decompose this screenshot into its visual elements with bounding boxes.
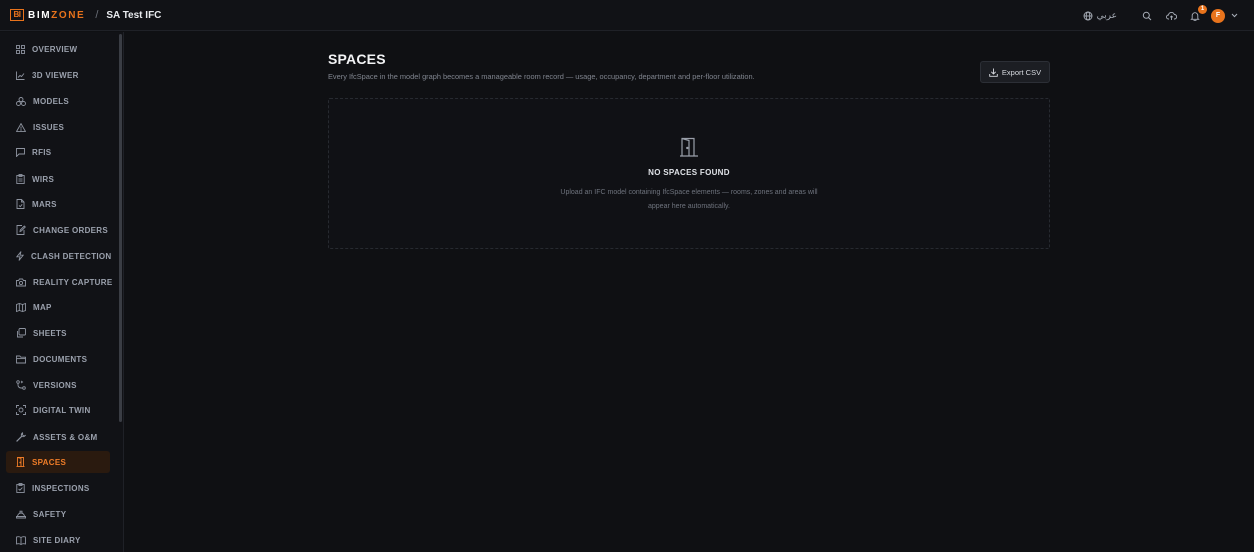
sidebar-item-label: WIRS: [32, 174, 55, 184]
language-label: عربي: [1096, 10, 1117, 20]
sidebar-item-clash-detection[interactable]: CLASH DETECTION: [6, 245, 112, 267]
export-csv-label: Export CSV: [1001, 67, 1042, 77]
sidebar-item-mars[interactable]: MARS: [6, 193, 110, 215]
sidebar-item-label: SITE DIARY: [33, 535, 81, 545]
cubes-icon: [16, 96, 26, 106]
cloud-sync-icon: [1165, 11, 1177, 20]
sidebar-item-safety[interactable]: SAFETY: [6, 503, 110, 525]
sidebar-item-models[interactable]: MODELS: [6, 90, 110, 112]
sidebar-item-rfis[interactable]: RFIS: [6, 141, 110, 163]
brand-suffix: ZONE: [51, 9, 86, 21]
download-icon: [989, 68, 998, 77]
search-button[interactable]: [1135, 4, 1159, 28]
sidebar-item-label: CLASH DETECTION: [31, 251, 112, 261]
sidebar-item-site-diary[interactable]: SITE DIARY: [6, 529, 110, 551]
sync-button[interactable]: [1159, 4, 1183, 28]
globe-icon: [1083, 11, 1093, 20]
sidebar-item-label: REALITY CAPTURE: [33, 277, 113, 287]
empty-state-description: Upload an IFC model containing IfcSpace …: [560, 189, 818, 210]
breadcrumb-separator: /: [95, 9, 99, 21]
sidebar-item-label: INSPECTIONS: [32, 483, 90, 493]
clipboard-icon: [16, 174, 25, 184]
scan-icon: [16, 405, 26, 415]
sidebar-item-digital-twin[interactable]: DIGITAL TWIN: [6, 399, 110, 421]
user-menu-toggle[interactable]: [1231, 13, 1238, 18]
search-icon: [1142, 11, 1152, 20]
door-icon: [680, 137, 698, 157]
sidebar-item-spaces[interactable]: SPACES: [6, 451, 110, 473]
sidebar-item-3d-viewer[interactable]: 3D VIEWER: [6, 64, 110, 86]
chevron-down-icon: [1231, 13, 1238, 18]
sidebar-item-label: SPACES: [32, 457, 67, 467]
hardhat-icon: [16, 510, 26, 518]
sidebar-item-inspections[interactable]: INSPECTIONS: [6, 477, 110, 499]
sidebar-scrollbar[interactable]: [119, 34, 122, 422]
edit-file-icon: [16, 225, 26, 235]
warning-icon: [16, 122, 26, 132]
language-toggle[interactable]: عربي: [1083, 10, 1117, 21]
top-right-actions: عربي 1 F: [1083, 0, 1238, 31]
sidebar-item-label: CHANGE ORDERS: [33, 225, 109, 235]
sidebar-item-label: MODELS: [33, 96, 70, 106]
checklist-icon: [16, 483, 25, 493]
top-bar: BI BIMZONE / SA Test IFC عربي 1 F: [0, 0, 1254, 31]
sidebar-item-change-orders[interactable]: CHANGE ORDERS: [6, 219, 110, 241]
notification-badge: 1: [1198, 4, 1207, 14]
file-icon: [16, 199, 25, 209]
branch-icon: [16, 380, 26, 390]
wrench-icon: [16, 432, 26, 442]
page-title: SPACES: [328, 51, 386, 67]
sidebar-item-sheets[interactable]: SHEETS: [6, 322, 110, 344]
empty-state: NO SPACES FOUND Upload an IFC model cont…: [328, 98, 1050, 249]
sidebar-item-label: ASSETS & O&M: [33, 432, 98, 442]
sidebar-item-label: VERSIONS: [33, 380, 77, 390]
message-icon: [16, 147, 25, 157]
empty-state-title: NO SPACES FOUND: [648, 168, 730, 177]
sidebar-item-overview[interactable]: OVERVIEW: [6, 38, 110, 60]
sidebar-item-versions[interactable]: VERSIONS: [6, 374, 110, 396]
export-csv-button[interactable]: Export CSV: [980, 61, 1050, 83]
sheets-icon: [17, 328, 26, 338]
logo[interactable]: BI BIMZONE: [10, 9, 85, 21]
lightning-icon: [16, 251, 24, 261]
brand-prefix: BIM: [28, 9, 52, 21]
sidebar-item-label: MAP: [33, 302, 52, 312]
sidebar-item-label: RFIS: [32, 147, 52, 157]
sidebar: OVERVIEW 3D VIEWER MODELS ISSUES RFIS WI…: [0, 32, 124, 552]
map-icon: [16, 302, 26, 312]
chart-icon: [16, 71, 25, 80]
book-icon: [16, 535, 26, 545]
door-icon: [16, 457, 25, 467]
main-content: SPACES Every IfcSpace in the model graph…: [125, 32, 1254, 552]
logo-text: BIMZONE: [28, 10, 85, 21]
avatar[interactable]: F: [1211, 8, 1225, 23]
logo-mark: BI: [10, 9, 24, 21]
camera-icon: [16, 278, 26, 286]
project-name[interactable]: SA Test IFC: [106, 10, 161, 21]
sidebar-item-label: OVERVIEW: [32, 44, 78, 54]
sidebar-item-label: 3D VIEWER: [32, 70, 79, 80]
sidebar-item-label: SAFETY: [33, 509, 67, 519]
notifications-button[interactable]: 1: [1183, 4, 1207, 28]
sidebar-item-map[interactable]: MAP: [6, 296, 110, 318]
sidebar-item-label: ISSUES: [33, 122, 65, 132]
sidebar-item-assets[interactable]: ASSETS & O&M: [6, 426, 110, 448]
sidebar-item-label: MARS: [32, 199, 57, 209]
sidebar-item-documents[interactable]: DOCUMENTS: [6, 348, 110, 370]
sidebar-item-label: DOCUMENTS: [33, 354, 88, 364]
grid-icon: [16, 44, 25, 54]
sidebar-item-reality-capture[interactable]: REALITY CAPTURE: [6, 271, 113, 293]
sidebar-item-issues[interactable]: ISSUES: [6, 116, 110, 138]
sidebar-item-label: DIGITAL TWIN: [33, 405, 91, 415]
page-subtitle: Every IfcSpace in the model graph become…: [328, 72, 755, 81]
folder-icon: [16, 355, 26, 363]
sidebar-item-wirs[interactable]: WIRS: [6, 168, 110, 190]
sidebar-item-label: SHEETS: [33, 328, 67, 338]
